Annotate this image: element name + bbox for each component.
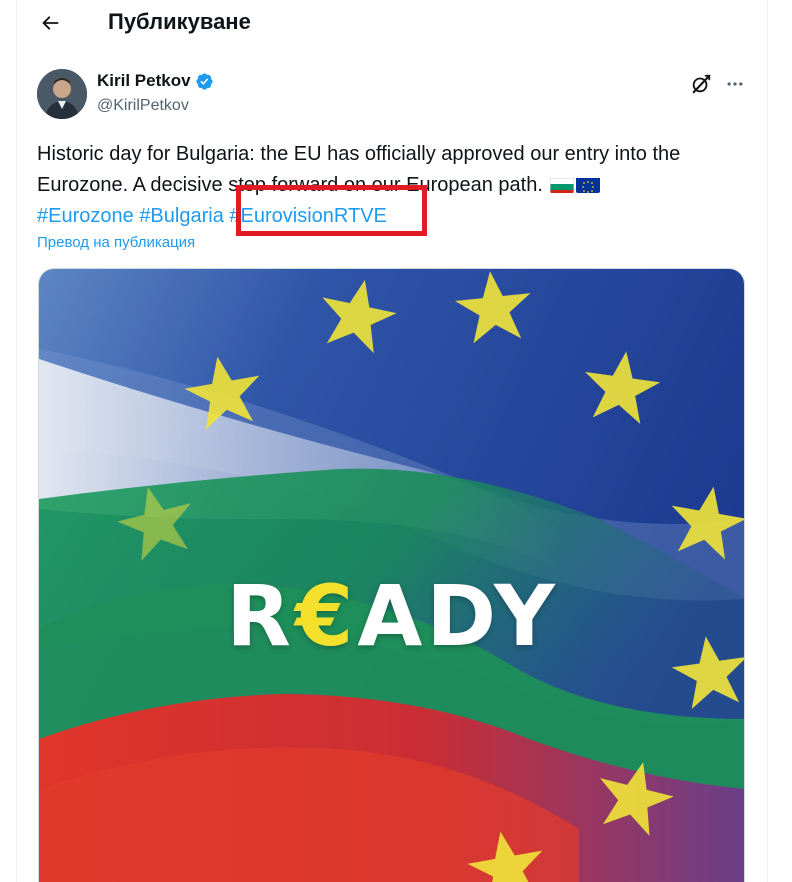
page-title: Публикуване: [108, 9, 251, 34]
author-name[interactable]: Kiril Petkov: [97, 71, 214, 91]
bulgaria-flag-icon: [550, 175, 575, 193]
ready-suffix: ADY: [357, 567, 559, 665]
hashtag-link[interactable]: #Bulgaria: [139, 205, 224, 227]
translate-post-link[interactable]: Превод на публикация: [37, 234, 195, 251]
post-text-line-1: Historic day for Bulgaria: the EU has of…: [37, 143, 681, 165]
author-display-name: Kiril Petkov: [97, 71, 191, 90]
author-handle[interactable]: @KirilPetkov: [97, 97, 189, 115]
ready-prefix: R: [226, 567, 295, 665]
euro-sign: €: [294, 567, 358, 665]
verified-badge-icon: [195, 72, 213, 90]
top-bar: Публикуване: [17, 0, 769, 46]
arrow-left-icon: [42, 16, 59, 30]
avatar[interactable]: [37, 69, 87, 119]
eu-flag-icon: [576, 175, 601, 193]
grok-icon: [692, 74, 711, 94]
hashtag-link[interactable]: #EurovisionRTVE: [229, 205, 386, 227]
post-text-line-2: Eurozone. A decisive step forward on our…: [37, 174, 549, 196]
grok-button[interactable]: [685, 68, 717, 100]
ready-headline: R€ADY: [39, 567, 744, 665]
main-column: Публикуване Kiril Petkov @KirilPetkov Hi…: [16, 0, 768, 882]
post-text: Historic day for Bulgaria: the EU has of…: [37, 139, 757, 232]
back-button[interactable]: [33, 6, 67, 40]
more-options-button[interactable]: [719, 68, 751, 100]
post-image[interactable]: R€ADY: [38, 268, 745, 882]
hashtag-link[interactable]: #Eurozone: [37, 205, 134, 227]
more-dots-icon: [727, 82, 743, 86]
